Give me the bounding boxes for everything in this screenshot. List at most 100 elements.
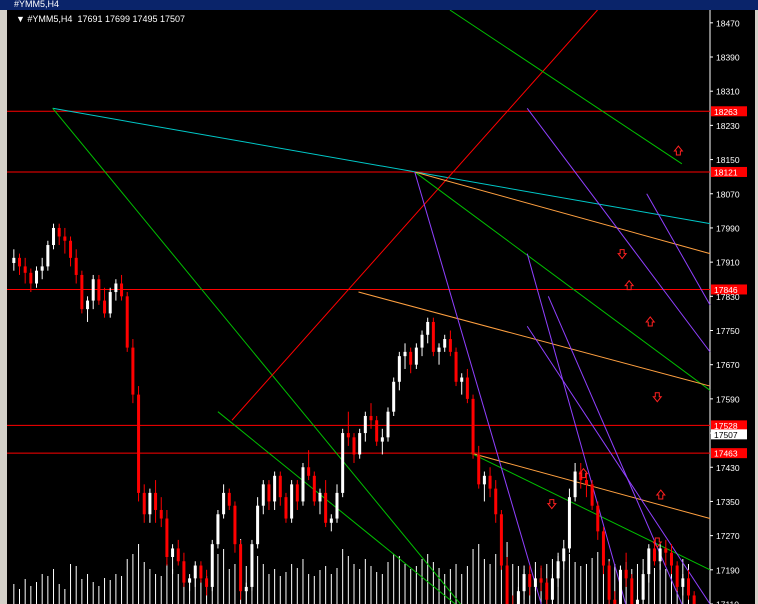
current-price-label: 17507 [714, 430, 738, 440]
candle-body [233, 505, 237, 545]
candle-body [641, 574, 645, 600]
candle-body [505, 565, 509, 604]
candle-body [250, 544, 254, 587]
candle-body [324, 492, 328, 523]
candlestick-chart[interactable]: 1826318121178461752817463184701839018310… [7, 10, 758, 604]
candle-body [624, 569, 628, 579]
candle-body [358, 433, 362, 455]
candle-body [46, 245, 50, 267]
candle-body [18, 257, 22, 267]
candle-body [176, 548, 180, 562]
candle-body [454, 351, 458, 382]
candle-body [596, 505, 600, 532]
candle-body [426, 321, 430, 335]
candle-body [222, 492, 226, 515]
candle-body [409, 351, 413, 365]
trendline [52, 107, 711, 225]
candle-body [533, 578, 537, 587]
trendline [358, 291, 711, 387]
candle-body [74, 257, 78, 275]
candle-body [86, 300, 90, 310]
y-tick-label: 18390 [716, 53, 740, 63]
candle-body [539, 578, 543, 583]
candle-body [556, 561, 560, 579]
arrow-up-icon [673, 145, 684, 156]
candle-body [681, 578, 685, 587]
trendline [414, 171, 711, 391]
chevron-down-icon[interactable]: ▼ [16, 14, 27, 24]
arrow-up-icon [645, 316, 656, 327]
candle-body [573, 471, 577, 498]
candle-body [601, 531, 605, 566]
candle-body [494, 488, 498, 515]
candle-body [108, 292, 112, 314]
candle-body [341, 433, 345, 493]
y-tick-label: 17670 [716, 360, 740, 370]
window-titlebar[interactable]: #YMM5,H4 [0, 0, 758, 10]
candle-body [57, 227, 61, 237]
candle-body [125, 296, 129, 348]
candle-body [284, 497, 288, 519]
candle-body [52, 227, 56, 246]
candle-body [69, 240, 73, 258]
candle-body [522, 574, 526, 592]
candle-body [188, 578, 192, 583]
candle-body [488, 475, 492, 489]
candle-body [267, 484, 271, 502]
candle-body [63, 236, 67, 241]
candle-body [465, 377, 469, 399]
y-tick-label: 18310 [716, 87, 740, 97]
candle-body [443, 339, 447, 348]
candle-body [318, 492, 322, 502]
candle-body [103, 300, 107, 314]
candle-body [686, 578, 690, 596]
candle-body [635, 599, 639, 604]
chart-area[interactable]: 18263 18121 17846 17528 17463 18470 18390 18310… [7, 10, 758, 604]
candle-body [261, 484, 265, 506]
candle-body [346, 433, 350, 438]
candle-body [363, 415, 367, 434]
candle-body [528, 574, 532, 587]
candle-body [301, 467, 305, 502]
candle-body [244, 586, 248, 592]
candle-body [114, 283, 118, 293]
y-tick-label: 17910 [716, 258, 740, 268]
candle-body [658, 548, 662, 562]
y-tick-label: 18470 [716, 18, 740, 28]
level-label: 17463 [714, 449, 738, 459]
candle-body [148, 492, 152, 515]
y-tick-label: 17430 [716, 463, 740, 473]
candle-body [397, 356, 401, 382]
trendline [646, 193, 711, 306]
candle-body [29, 272, 33, 284]
candle-body [607, 565, 611, 600]
candle-body [199, 565, 203, 579]
candle-body [278, 475, 282, 498]
level-label: 18263 [714, 107, 738, 117]
candle-body [562, 548, 566, 562]
candle-body [335, 492, 339, 519]
candle-body [550, 578, 554, 600]
y-tick-label: 17830 [716, 292, 740, 302]
candle-body [193, 565, 197, 579]
trendline [547, 296, 683, 604]
candle-body [97, 279, 101, 301]
candle-body [131, 347, 135, 395]
candle-body [307, 467, 311, 476]
arrow-down-icon [652, 392, 663, 403]
candle-body [647, 548, 651, 575]
candle-body [482, 475, 486, 485]
y-tick-label: 18150 [716, 155, 740, 165]
level-label: 18121 [714, 167, 738, 177]
trendline [414, 171, 542, 604]
symbol-header: ▼ #YMM5,H4 17691 17699 17495 17507 [16, 14, 185, 24]
candle-body [652, 548, 656, 562]
candle-body [205, 578, 209, 587]
candle-body [227, 492, 231, 506]
y-tick-label: 17110 [716, 600, 739, 604]
arrow-up-icon [655, 489, 666, 500]
trendline [52, 107, 462, 604]
candle-body [329, 518, 333, 523]
candle-body [171, 548, 175, 557]
candle-body [80, 274, 84, 310]
